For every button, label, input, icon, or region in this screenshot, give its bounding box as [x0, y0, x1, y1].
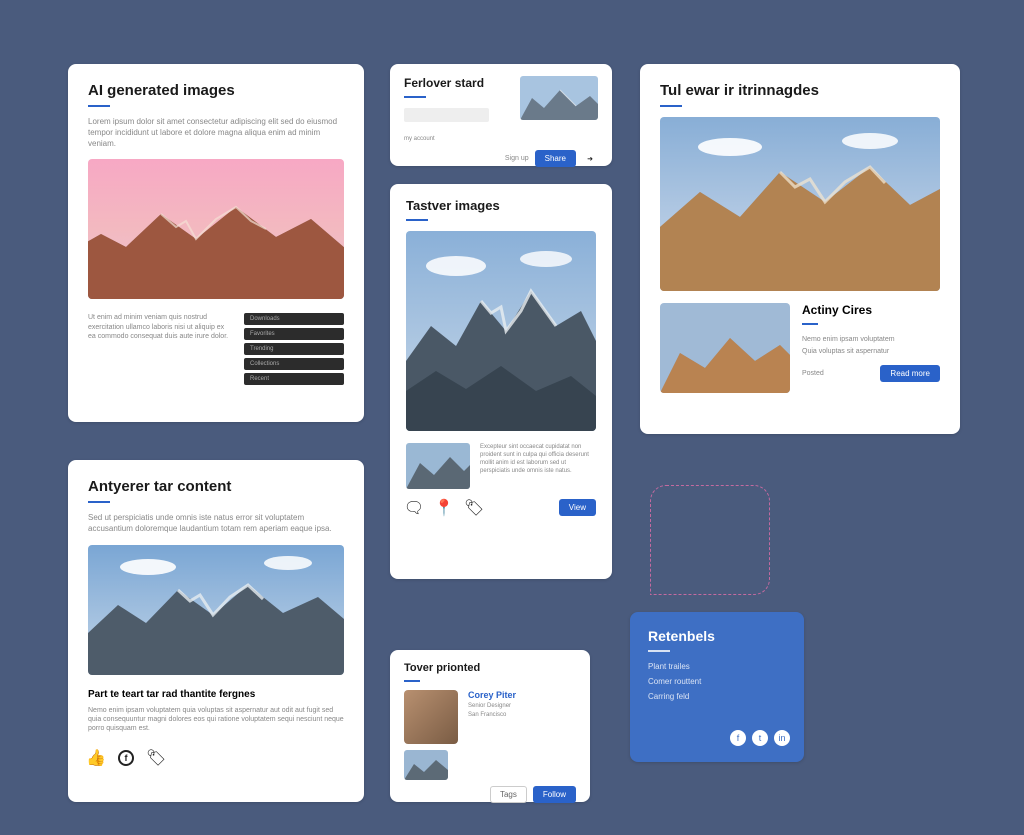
- tag-icon[interactable]: 🏷: [148, 750, 164, 766]
- avatar: [404, 690, 458, 744]
- list-item[interactable]: Downloads: [244, 313, 344, 325]
- hero-image-sunset-mountain: [88, 159, 344, 299]
- card-title: Ferlover stard: [404, 76, 510, 90]
- chat-icon[interactable]: 🗨: [406, 500, 422, 516]
- accent-bar: [404, 96, 426, 98]
- tag-icon[interactable]: 🏷: [466, 500, 482, 516]
- posted-label: Posted: [802, 369, 824, 378]
- card-content-bottom: Antyerer tar content Sed ut perspiciatis…: [68, 460, 364, 802]
- view-button[interactable]: View: [559, 499, 596, 516]
- placeholder-text: [404, 108, 489, 122]
- thumbnail-mountain-tiny: [404, 750, 448, 780]
- arrow-icon[interactable]: ➜: [582, 151, 598, 167]
- card-wide-right: Tul ewar ir itrinnagdes Actiny Cires Nem…: [640, 64, 960, 434]
- tag-pill[interactable]: Tags: [490, 786, 527, 803]
- card-title: Tover prionted: [404, 662, 576, 674]
- lower-blurb: Ut enim ad minim veniam quis nostrud exe…: [88, 313, 232, 375]
- thumbnail-mountain: [520, 76, 598, 120]
- card-title: Tul ewar ir itrinnagdes: [660, 82, 940, 99]
- follow-button[interactable]: Follow: [533, 786, 576, 803]
- subheading: Part te teart tar rad thantite fergnes: [88, 689, 344, 700]
- accent-bar: [404, 680, 420, 682]
- profile-line: Senior Designer: [468, 703, 576, 709]
- card-title: AI generated images: [88, 82, 344, 99]
- card-title: Antyerer tar content: [88, 478, 344, 495]
- share-button[interactable]: Share: [535, 150, 576, 167]
- circle-f-icon[interactable]: f: [118, 750, 134, 766]
- card-title: Tastver images: [406, 198, 596, 213]
- card-featured-small: Ferlover stard my account Sign up Share …: [390, 64, 612, 166]
- sub-blurb: Excepteur sint occaecat cupidatat non pr…: [480, 443, 596, 479]
- hero-image-rocky-mountain: [406, 231, 596, 431]
- thumbnail-mountain-small: [406, 443, 470, 489]
- thumbnail-sunset-peak: [660, 303, 790, 393]
- line-item[interactable]: Comer routtent: [648, 677, 786, 686]
- accent-bar: [802, 323, 818, 325]
- social-icon[interactable]: f: [730, 730, 746, 746]
- line-item[interactable]: Carring feld: [648, 692, 786, 701]
- card-blue-retenbels: Retenbels Plant trailes Comer routtent C…: [630, 612, 804, 762]
- list-item[interactable]: Recent: [244, 373, 344, 385]
- accent-bar: [648, 650, 670, 652]
- sub-blurb: Nemo enim ipsam voluptatem quia voluptas…: [88, 706, 344, 734]
- card-title: Retenbels: [648, 628, 786, 644]
- social-icon[interactable]: in: [774, 730, 790, 746]
- accent-bar: [406, 219, 428, 221]
- card-blurb: Sed ut perspiciatis unde omnis iste natu…: [88, 513, 344, 535]
- hero-image-golden-mountain: [660, 117, 940, 291]
- accent-bar: [660, 105, 682, 107]
- profile-name[interactable]: Corey Piter: [468, 690, 576, 700]
- card-tall-images: Tastver images Excepteur sint occaecat c…: [390, 184, 612, 579]
- speech-bubble-outline: [650, 485, 770, 595]
- thumbs-up-icon[interactable]: 👍: [88, 750, 104, 766]
- hero-image-blue-mountain: [88, 545, 344, 675]
- read-more-button[interactable]: Read more: [880, 365, 940, 382]
- pin-icon[interactable]: 📍: [436, 500, 452, 516]
- card-blurb: Lorem ipsum dolor sit amet consectetur a…: [88, 117, 344, 149]
- list-item[interactable]: Favorites: [244, 328, 344, 340]
- signup-link[interactable]: Sign up: [505, 155, 529, 162]
- meta-text: my account: [404, 136, 598, 142]
- profile-line: San Francisco: [468, 712, 576, 718]
- card-profile: Tover prionted Corey Piter Senior Design…: [390, 650, 590, 802]
- side-line: Nemo enim ipsam voluptatem: [802, 335, 940, 344]
- social-icon[interactable]: t: [752, 730, 768, 746]
- sidebar-list: Downloads Favorites Trending Collections…: [244, 313, 344, 385]
- accent-bar: [88, 501, 110, 503]
- list-item[interactable]: Collections: [244, 358, 344, 370]
- card-ai-generated: AI generated images Lorem ipsum dolor si…: [68, 64, 364, 422]
- accent-bar: [88, 105, 110, 107]
- line-item[interactable]: Plant trailes: [648, 662, 786, 671]
- list-item[interactable]: Trending: [244, 343, 344, 355]
- side-line: Quia voluptas sit aspernatur: [802, 347, 940, 356]
- side-title: Actiny Cires: [802, 303, 940, 317]
